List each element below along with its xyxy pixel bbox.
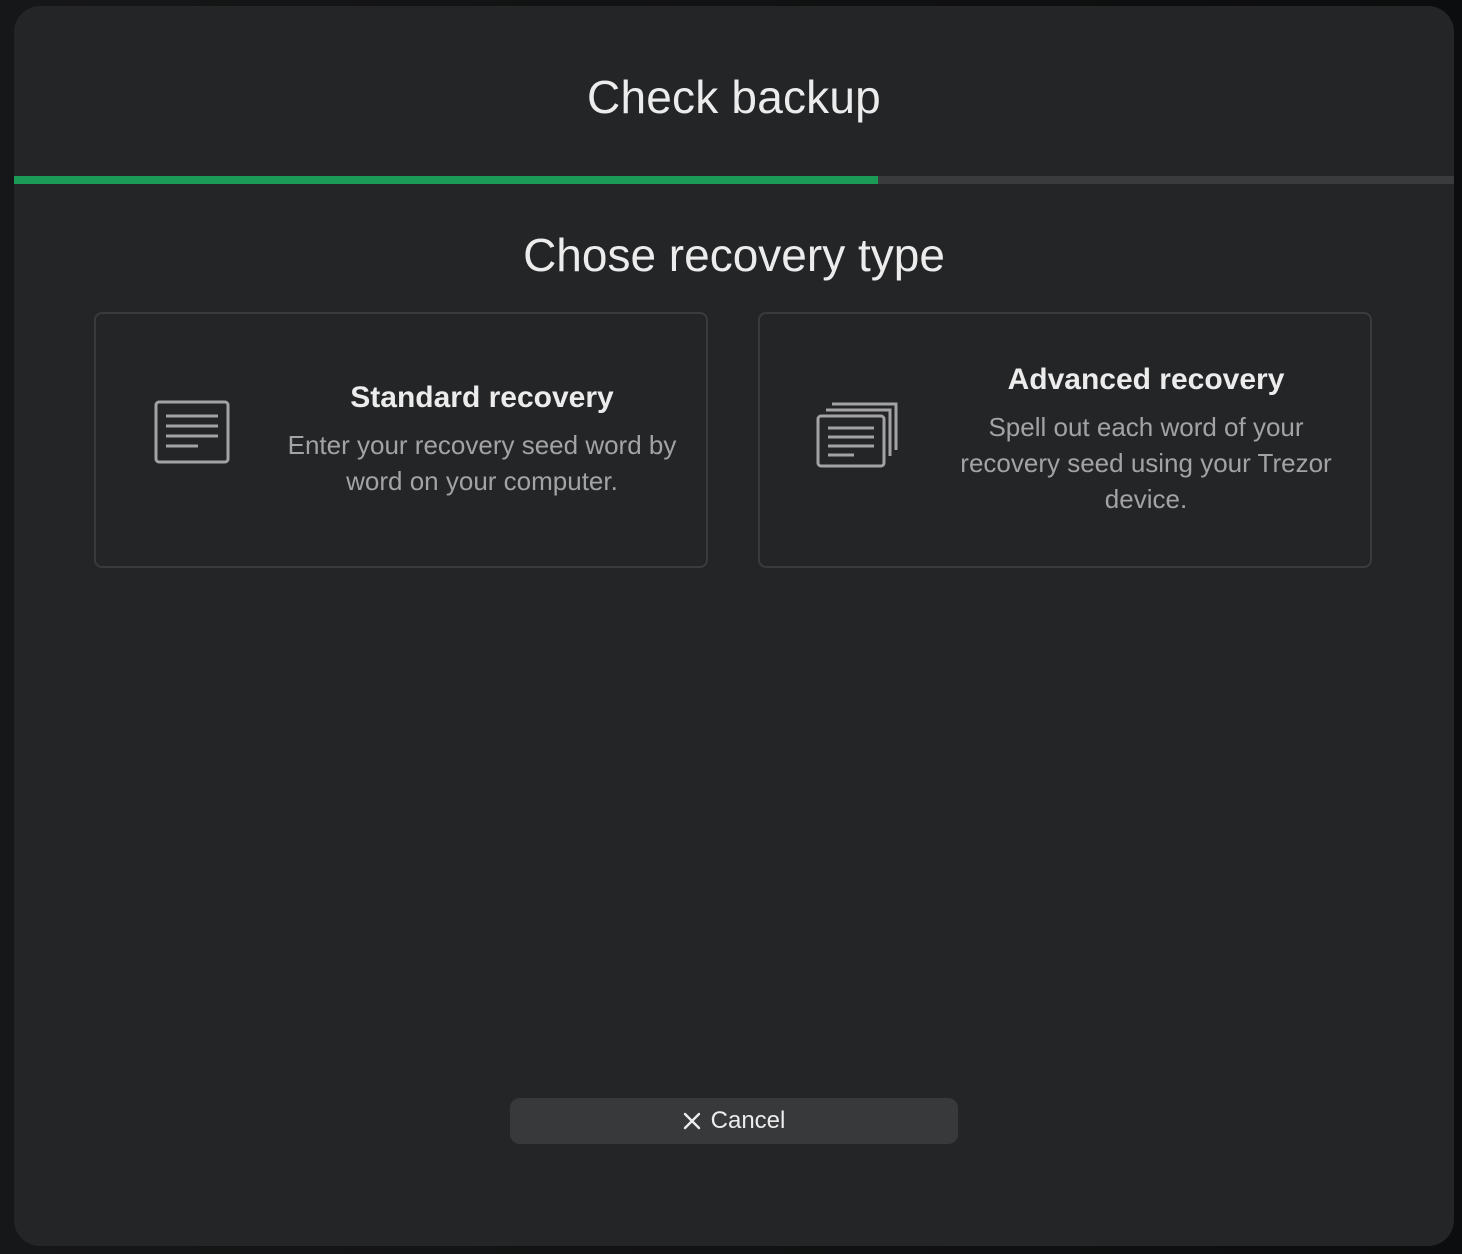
advanced-recovery-description: Spell out each word of your recovery see… [960, 412, 1332, 514]
check-backup-modal: Check backup Chose recovery type Standar… [14, 6, 1454, 1246]
document-icon [154, 400, 232, 473]
advanced-recovery-text: Advanced recovery Spell out each word of… [956, 314, 1336, 566]
progress-bar-fill [14, 176, 878, 184]
cancel-button-label: Cancel [710, 1107, 786, 1134]
standard-recovery-title: Standard recovery [350, 381, 614, 414]
standard-recovery-description: Enter your recovery seed word by word on… [287, 430, 677, 496]
stacked-documents-icon [816, 400, 900, 475]
advanced-recovery-title: Advanced recovery [1007, 363, 1285, 396]
section-heading: Chose recovery type [523, 229, 945, 281]
cancel-button[interactable]: Cancel [510, 1098, 958, 1144]
progress-bar [14, 176, 1454, 184]
standard-recovery-text: Standard recovery Enter your recovery se… [282, 314, 682, 566]
standard-recovery-option[interactable]: Standard recovery Enter your recovery se… [94, 312, 708, 568]
close-icon [683, 1112, 701, 1130]
advanced-recovery-option[interactable]: Advanced recovery Spell out each word of… [758, 312, 1372, 568]
modal-title: Check backup [587, 71, 881, 123]
